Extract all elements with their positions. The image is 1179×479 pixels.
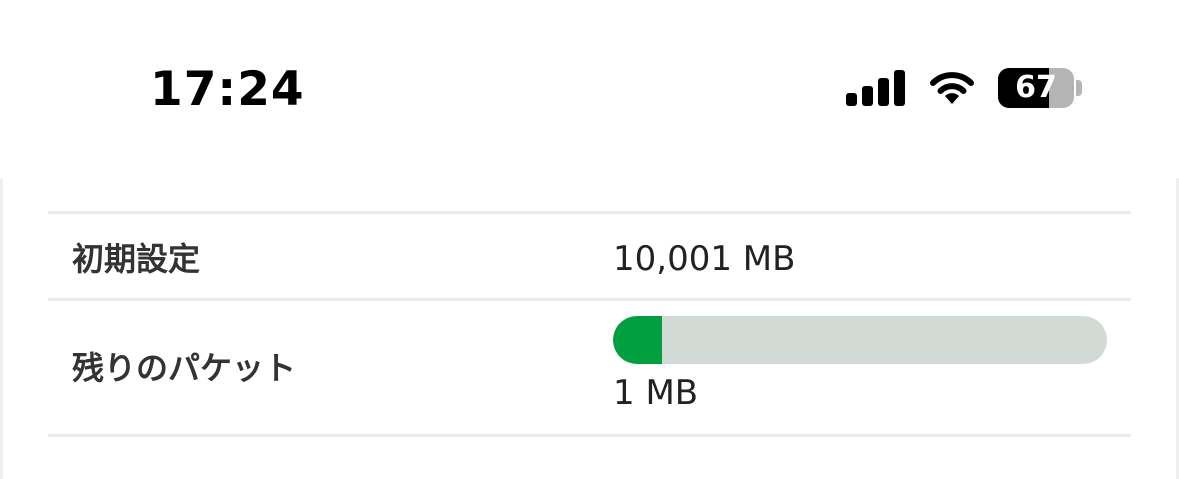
divider (48, 298, 1131, 301)
wifi-icon (930, 72, 974, 104)
battery-percent: 67 (1015, 70, 1057, 105)
cellular-signal-icon (846, 70, 906, 106)
divider (48, 434, 1131, 437)
initial-setting-value: 10,001 MB (613, 239, 796, 279)
remaining-packet-progress-bar (613, 316, 1107, 364)
status-bar: 17:24 67 (0, 0, 1179, 170)
remaining-packet-value: 1 MB (613, 373, 699, 413)
battery-cap (1076, 80, 1082, 96)
initial-setting-label: 初期設定 (72, 240, 201, 278)
battery-icon: 67 (998, 68, 1074, 108)
remaining-packet-label: 残りのパケット (72, 349, 297, 387)
divider (48, 211, 1131, 214)
remaining-packet-progress-fill (613, 316, 663, 364)
status-time: 17:24 (150, 62, 305, 117)
